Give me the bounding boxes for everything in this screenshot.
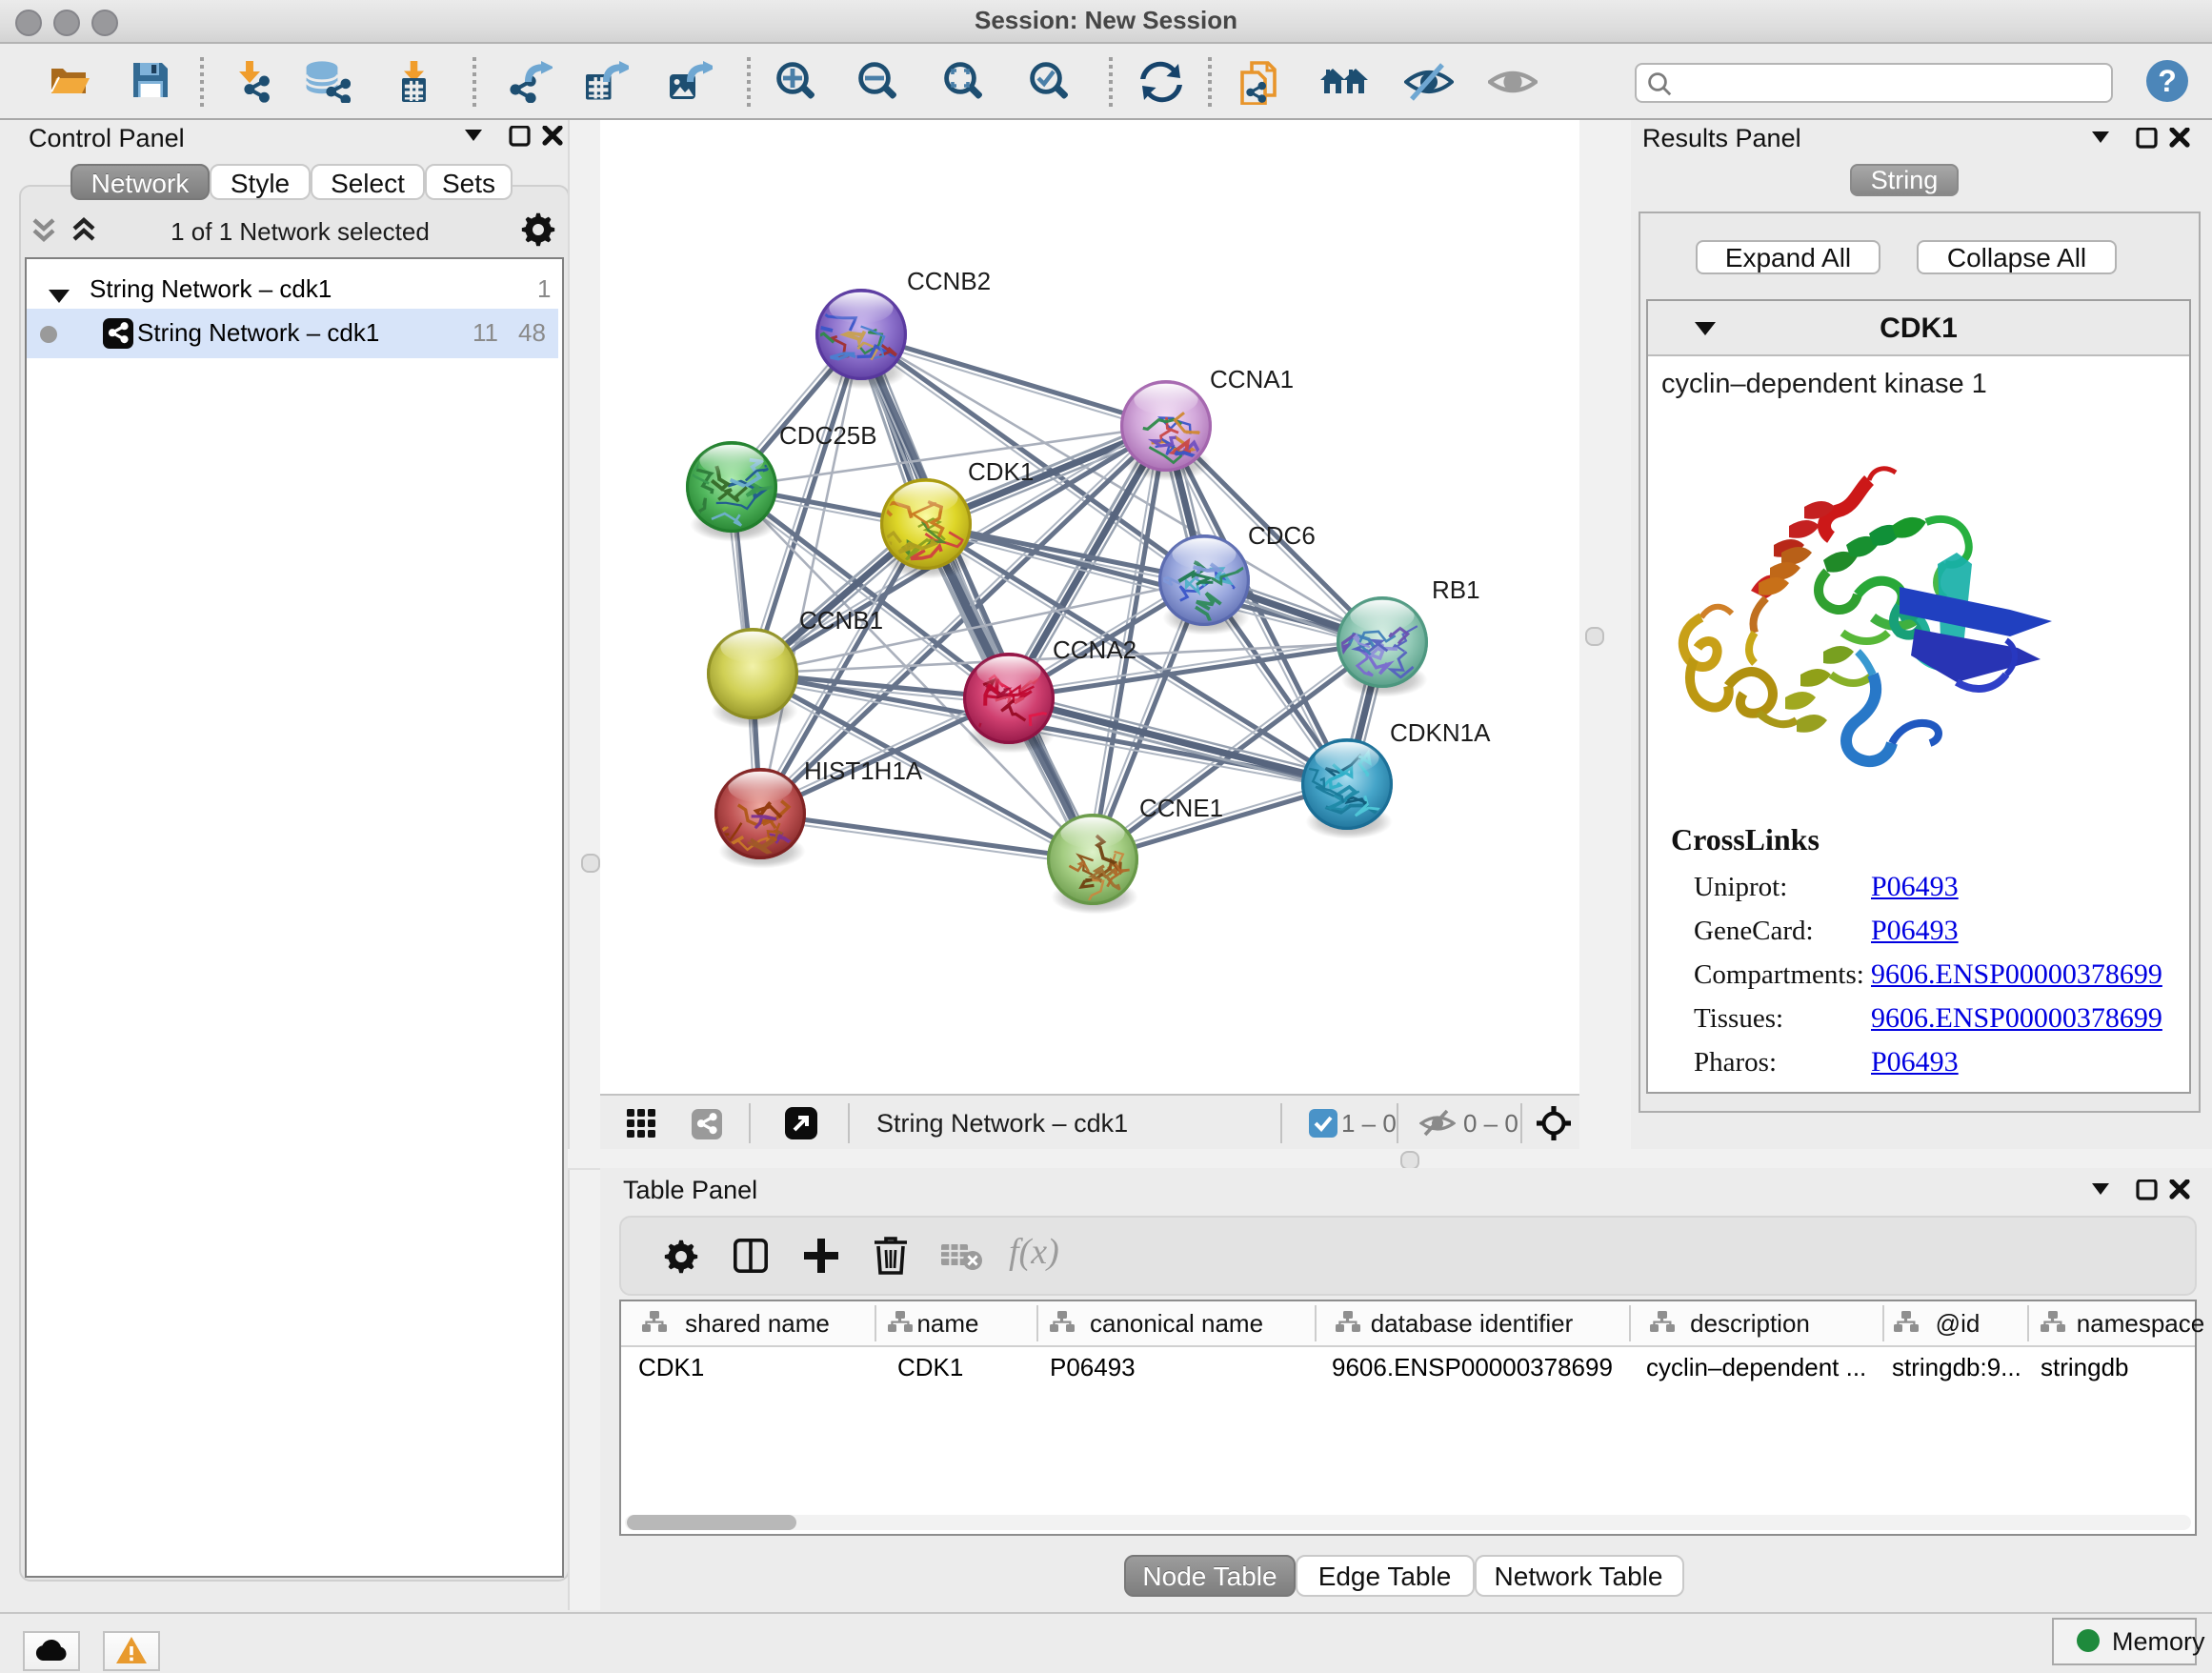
svg-text:CCNA1: CCNA1 <box>1210 365 1294 393</box>
svg-text:CDC25B: CDC25B <box>779 421 877 450</box>
svg-text:CCNE1: CCNE1 <box>1139 794 1223 822</box>
svg-text:CDC6: CDC6 <box>1248 521 1316 550</box>
svg-text:CCNB2: CCNB2 <box>907 267 991 295</box>
svg-text:CDK1: CDK1 <box>968 457 1034 486</box>
svg-text:HIST1H1A: HIST1H1A <box>804 756 923 785</box>
svg-text:RB1: RB1 <box>1432 575 1480 604</box>
svg-text:CDKN1A: CDKN1A <box>1390 718 1491 747</box>
svg-text:CCNB1: CCNB1 <box>799 606 883 635</box>
svg-text:?: ? <box>2158 64 2177 98</box>
svg-text:CCNA2: CCNA2 <box>1053 635 1136 664</box>
